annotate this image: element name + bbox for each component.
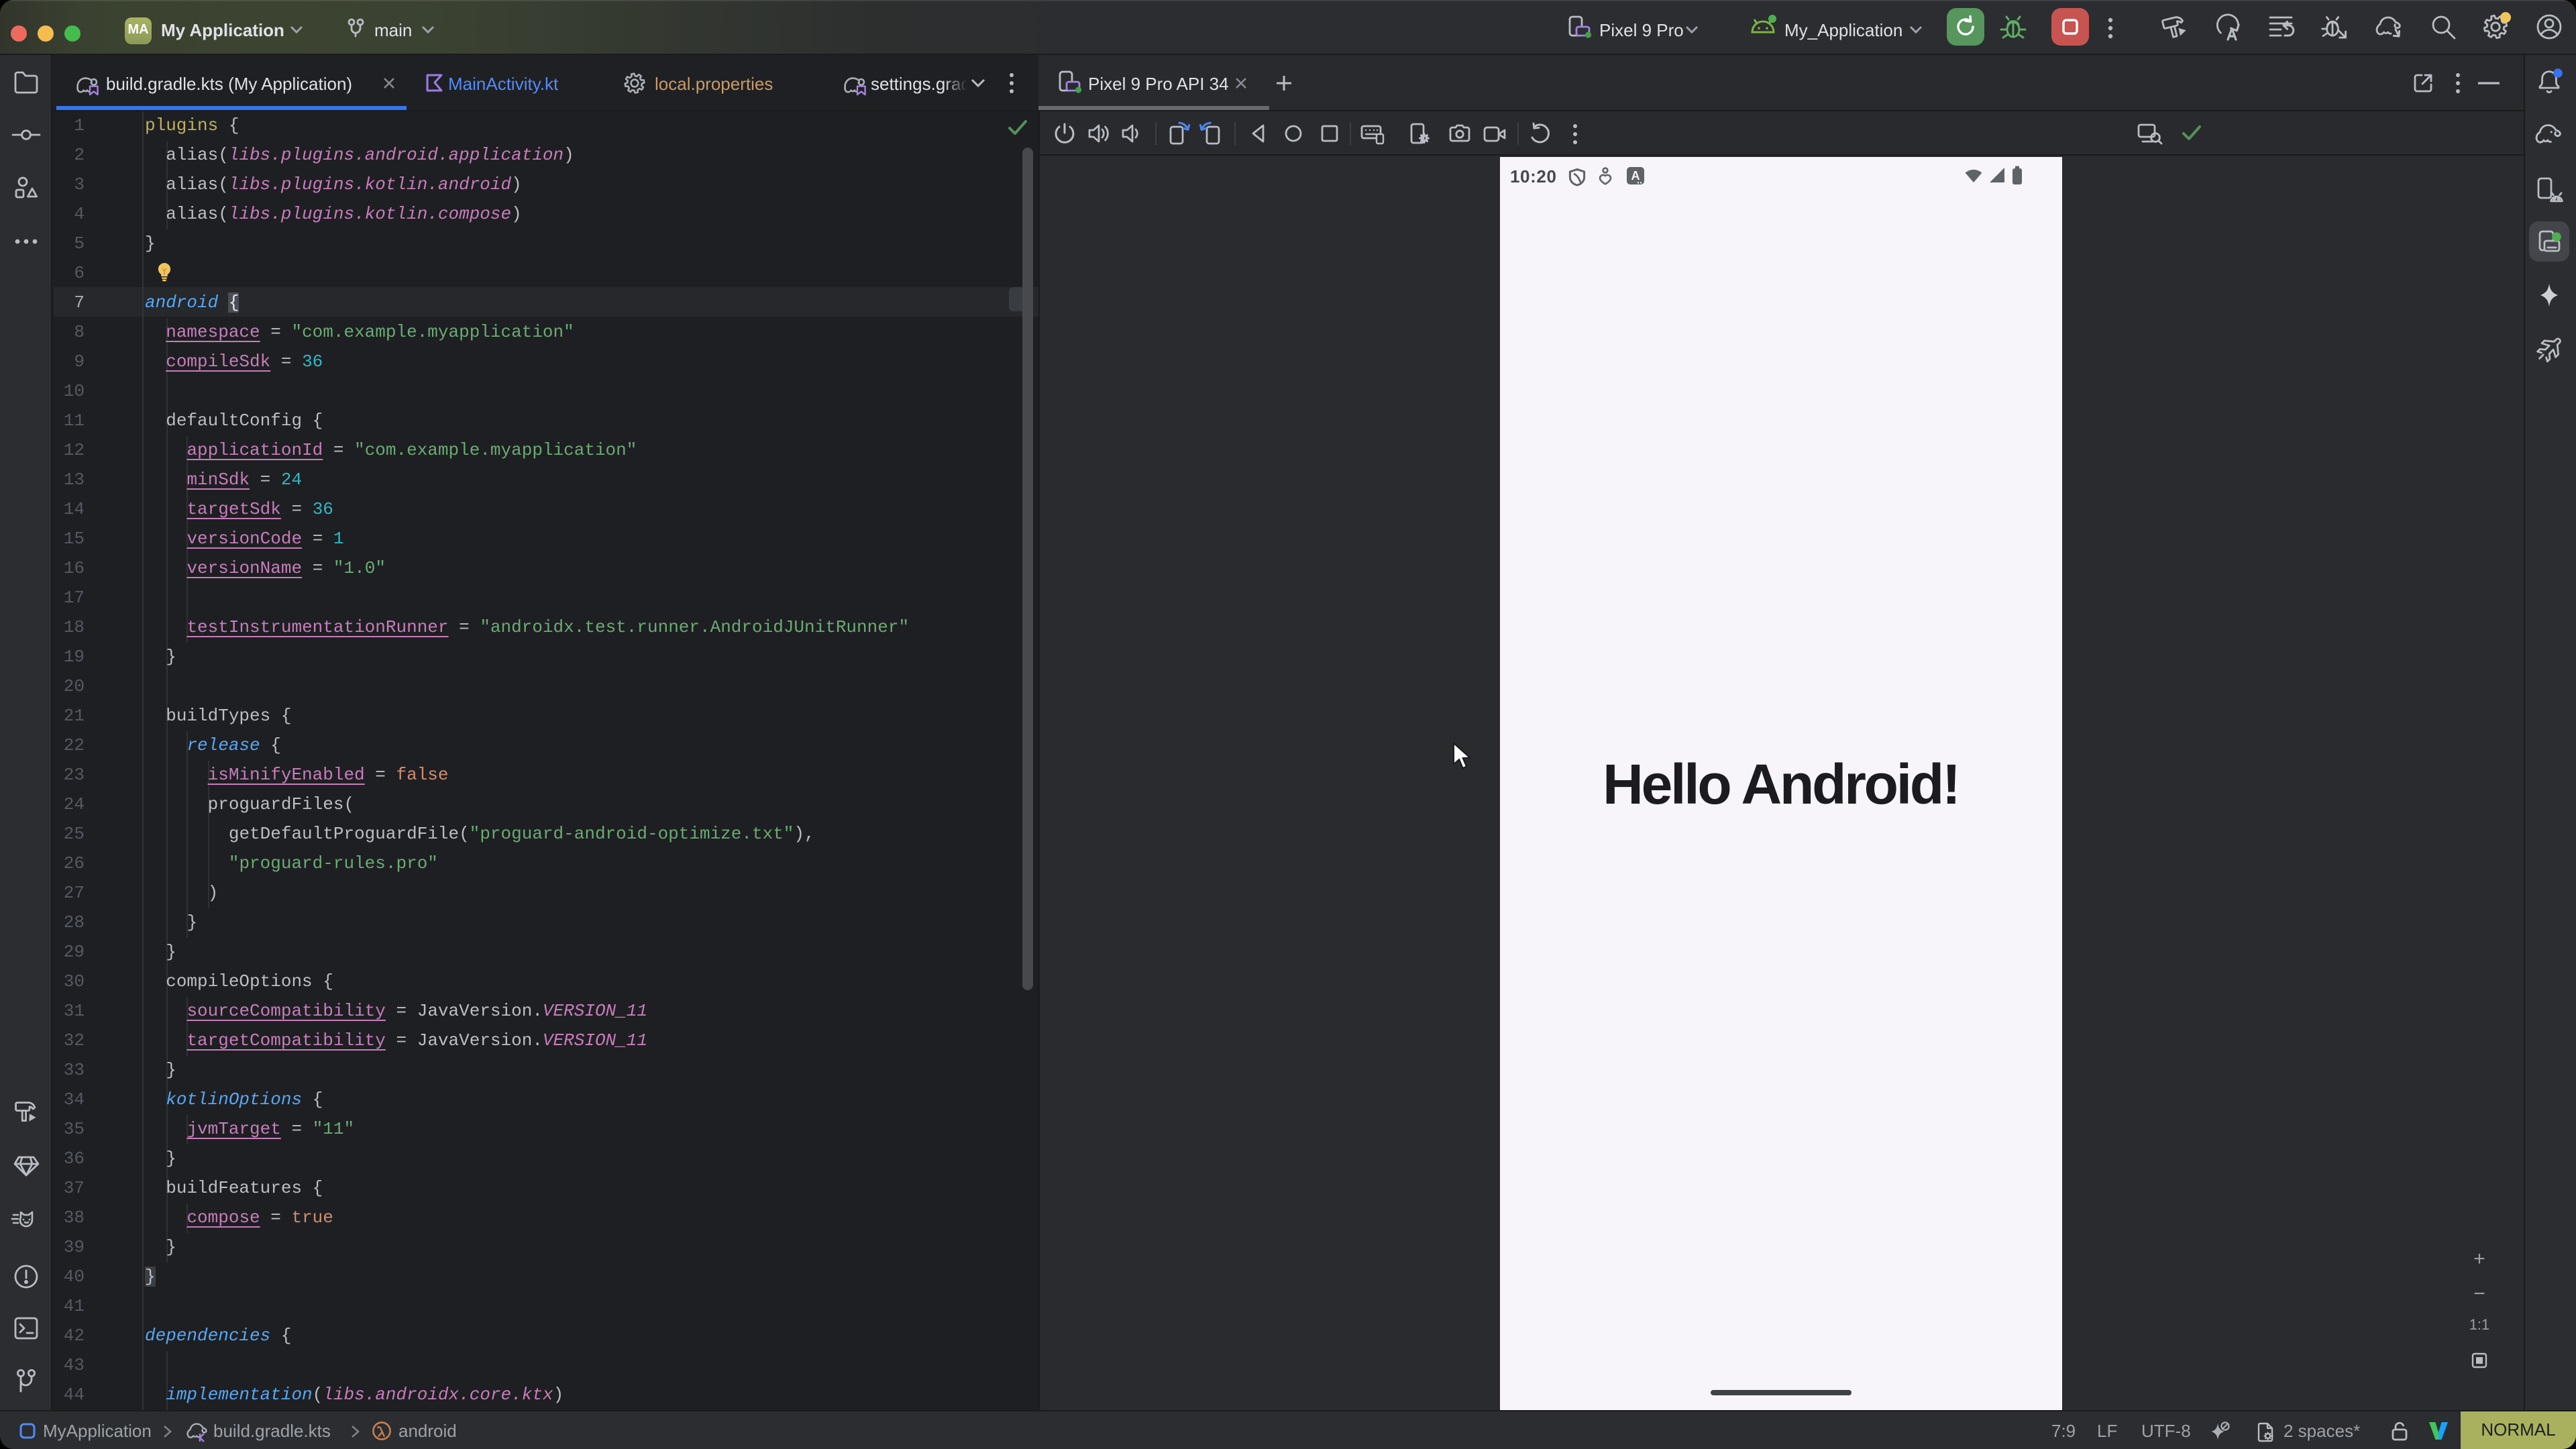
svg-text:A: A [1631, 168, 1640, 182]
